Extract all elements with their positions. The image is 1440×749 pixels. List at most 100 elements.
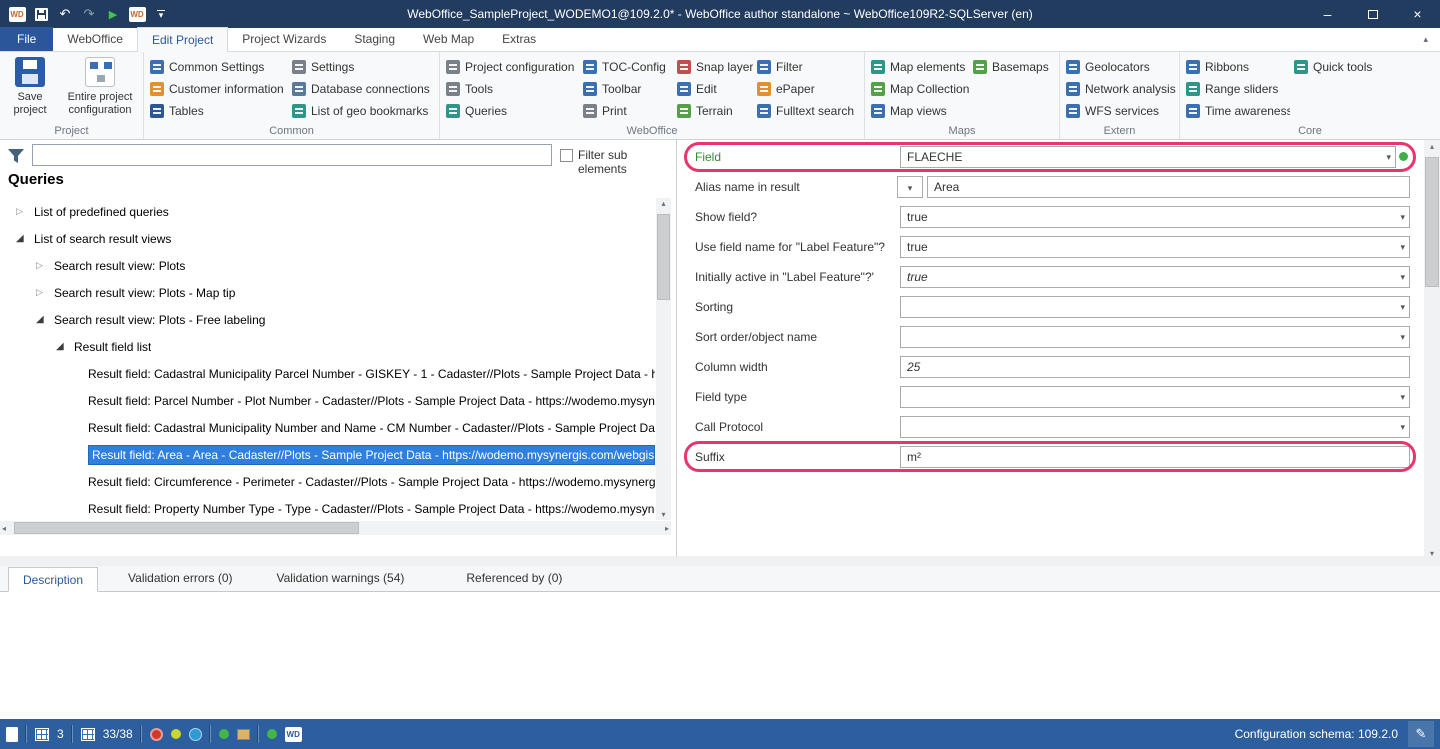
- expander-collapsed-icon[interactable]: ▷: [36, 260, 50, 271]
- tree-horizontal-scrollbar[interactable]: ◂ ▸: [0, 521, 671, 535]
- run-icon[interactable]: ▶: [102, 2, 124, 26]
- edit-pencil-icon[interactable]: ✎: [1408, 721, 1434, 747]
- filter-input[interactable]: [32, 144, 552, 166]
- expander-collapsed-icon[interactable]: ▷: [16, 206, 30, 217]
- close-button[interactable]: ×: [1395, 0, 1440, 28]
- map-views-button[interactable]: Map views: [871, 100, 969, 122]
- tab-file[interactable]: File: [0, 27, 53, 51]
- scrollbar-thumb[interactable]: [657, 214, 670, 300]
- service-globe-icon[interactable]: [189, 728, 202, 741]
- edit-button[interactable]: Edit: [677, 78, 753, 100]
- redo-icon[interactable]: ↷: [78, 2, 100, 26]
- save-icon[interactable]: [30, 2, 52, 26]
- show-field-combobox[interactable]: true▾: [900, 206, 1410, 228]
- geolocators-button[interactable]: Geolocators: [1066, 56, 1176, 78]
- geo-bookmarks-button[interactable]: List of geo bookmarks: [292, 100, 442, 122]
- tree-item[interactable]: Result field: Cadastral Municipality Num…: [0, 414, 655, 441]
- tree-item[interactable]: ◢Result field list: [0, 333, 655, 360]
- tree-item[interactable]: ▷Search result view: Plots - Map tip: [0, 279, 655, 306]
- range-sliders-button[interactable]: Range sliders: [1186, 78, 1290, 100]
- expander-collapsed-icon[interactable]: ▷: [36, 287, 50, 298]
- filter-button[interactable]: Filter: [757, 56, 861, 78]
- save-project-button[interactable]: Save project: [4, 55, 56, 117]
- chevron-down-icon[interactable]: ▾: [1400, 297, 1405, 317]
- chevron-down-icon[interactable]: ▾: [1400, 327, 1405, 347]
- alias-input[interactable]: Area: [927, 176, 1410, 198]
- initially-active-combobox[interactable]: true▾: [900, 266, 1410, 288]
- tree-item[interactable]: Result field: Cadastral Municipality Par…: [0, 360, 655, 387]
- settings-button[interactable]: Settings: [292, 56, 442, 78]
- network-analysis-button[interactable]: Network analysis: [1066, 78, 1176, 100]
- tab-project-wizards[interactable]: Project Wizards: [228, 27, 340, 51]
- entire-project-configuration-button[interactable]: Entire project configuration: [60, 55, 140, 117]
- tree-item[interactable]: ▷Search result view: Plots: [0, 252, 655, 279]
- scrollbar-thumb[interactable]: [14, 522, 359, 534]
- queries-button[interactable]: Queries: [446, 100, 579, 122]
- field-type-combobox[interactable]: ▾: [900, 386, 1410, 408]
- scroll-up-icon[interactable]: ▴: [1424, 142, 1440, 151]
- expander-expanded-icon[interactable]: ◢: [56, 341, 70, 352]
- scroll-down-icon[interactable]: ▾: [656, 510, 671, 519]
- database-connections-button[interactable]: Database connections: [292, 78, 442, 100]
- field-combobox[interactable]: FLAECHE▾: [900, 146, 1396, 168]
- ribbons-button[interactable]: Ribbons: [1186, 56, 1290, 78]
- tab-validation-warnings[interactable]: Validation warnings (54): [263, 566, 419, 591]
- scroll-up-icon[interactable]: ▴: [656, 199, 671, 208]
- scroll-left-icon[interactable]: ◂: [2, 524, 6, 533]
- maximize-button[interactable]: [1350, 0, 1395, 28]
- chevron-down-icon[interactable]: ▾: [1400, 237, 1405, 257]
- weboffice-status-icon[interactable]: WD: [285, 727, 302, 742]
- validation-status-icon[interactable]: [150, 728, 163, 741]
- customer-information-button[interactable]: Customer information: [150, 78, 288, 100]
- terrain-button[interactable]: Terrain: [677, 100, 753, 122]
- project-configuration-button[interactable]: Project configuration: [446, 56, 579, 78]
- tables-button[interactable]: Tables: [150, 100, 288, 122]
- tab-referenced-by[interactable]: Referenced by (0): [452, 566, 576, 591]
- horizontal-splitter[interactable]: [0, 556, 1440, 566]
- package-status-icon[interactable]: [237, 729, 250, 740]
- tab-edit-project[interactable]: Edit Project: [137, 27, 228, 52]
- suffix-input[interactable]: m²: [900, 446, 1410, 468]
- property-panel-scrollbar[interactable]: ▴ ▾: [1424, 140, 1440, 560]
- chevron-down-icon[interactable]: ▾: [1400, 387, 1405, 407]
- chevron-down-icon[interactable]: ▾: [1386, 147, 1391, 167]
- sort-order-combobox[interactable]: ▾: [900, 326, 1410, 348]
- tools-button[interactable]: Tools: [446, 78, 579, 100]
- collapse-ribbon-icon[interactable]: ▴: [1423, 34, 1428, 45]
- snap-layers-button[interactable]: Snap layers: [677, 56, 753, 78]
- tab-description[interactable]: Description: [8, 567, 98, 592]
- chevron-down-icon[interactable]: ▾: [1400, 417, 1405, 437]
- wfs-services-button[interactable]: WFS services: [1066, 100, 1176, 122]
- map-collection-button[interactable]: Map Collection: [871, 78, 969, 100]
- fulltext-search-button[interactable]: Fulltext search: [757, 100, 861, 122]
- basemaps-button[interactable]: Basemaps: [973, 56, 1053, 78]
- use-field-name-combobox[interactable]: true▾: [900, 236, 1410, 258]
- undo-icon[interactable]: ↶: [54, 2, 76, 26]
- toc-config-button[interactable]: TOC-Config: [583, 56, 673, 78]
- weboffice-icon[interactable]: WD: [126, 2, 148, 26]
- time-awareness-button[interactable]: Time awareness: [1186, 100, 1290, 122]
- tree-item[interactable]: Result field: Circumference - Perimeter …: [0, 468, 655, 495]
- sorting-combobox[interactable]: ▾: [900, 296, 1410, 318]
- tree-item-selected[interactable]: Result field: Area - Area - Cadaster//Pl…: [0, 441, 655, 468]
- tree-item[interactable]: ▷List of predefined queries: [0, 198, 655, 225]
- print-button[interactable]: Print: [583, 100, 673, 122]
- chevron-down-icon[interactable]: ▾: [1400, 207, 1405, 227]
- tab-extras[interactable]: Extras: [488, 27, 550, 51]
- tree-item[interactable]: ◢Search result view: Plots - Free labeli…: [0, 306, 655, 333]
- tab-validation-errors[interactable]: Validation errors (0): [114, 566, 246, 591]
- epaper-button[interactable]: ePaper: [757, 78, 861, 100]
- toolbar-button[interactable]: Toolbar: [583, 78, 673, 100]
- tree-item[interactable]: Result field: Parcel Number - Plot Numbe…: [0, 387, 655, 414]
- qat-customize-icon[interactable]: ▾: [150, 2, 172, 26]
- tab-web-map[interactable]: Web Map: [409, 27, 488, 51]
- app-logo-icon[interactable]: WD: [6, 2, 28, 26]
- quick-tools-button[interactable]: Quick tools: [1294, 56, 1386, 78]
- map-elements-button[interactable]: Map elements: [871, 56, 969, 78]
- column-width-input[interactable]: 25: [900, 356, 1410, 378]
- common-settings-button[interactable]: Common Settings: [150, 56, 288, 78]
- tab-weboffice[interactable]: WebOffice: [53, 27, 137, 51]
- expander-expanded-icon[interactable]: ◢: [16, 233, 30, 244]
- chevron-down-icon[interactable]: ▾: [1400, 267, 1405, 287]
- call-protocol-combobox[interactable]: ▾: [900, 416, 1410, 438]
